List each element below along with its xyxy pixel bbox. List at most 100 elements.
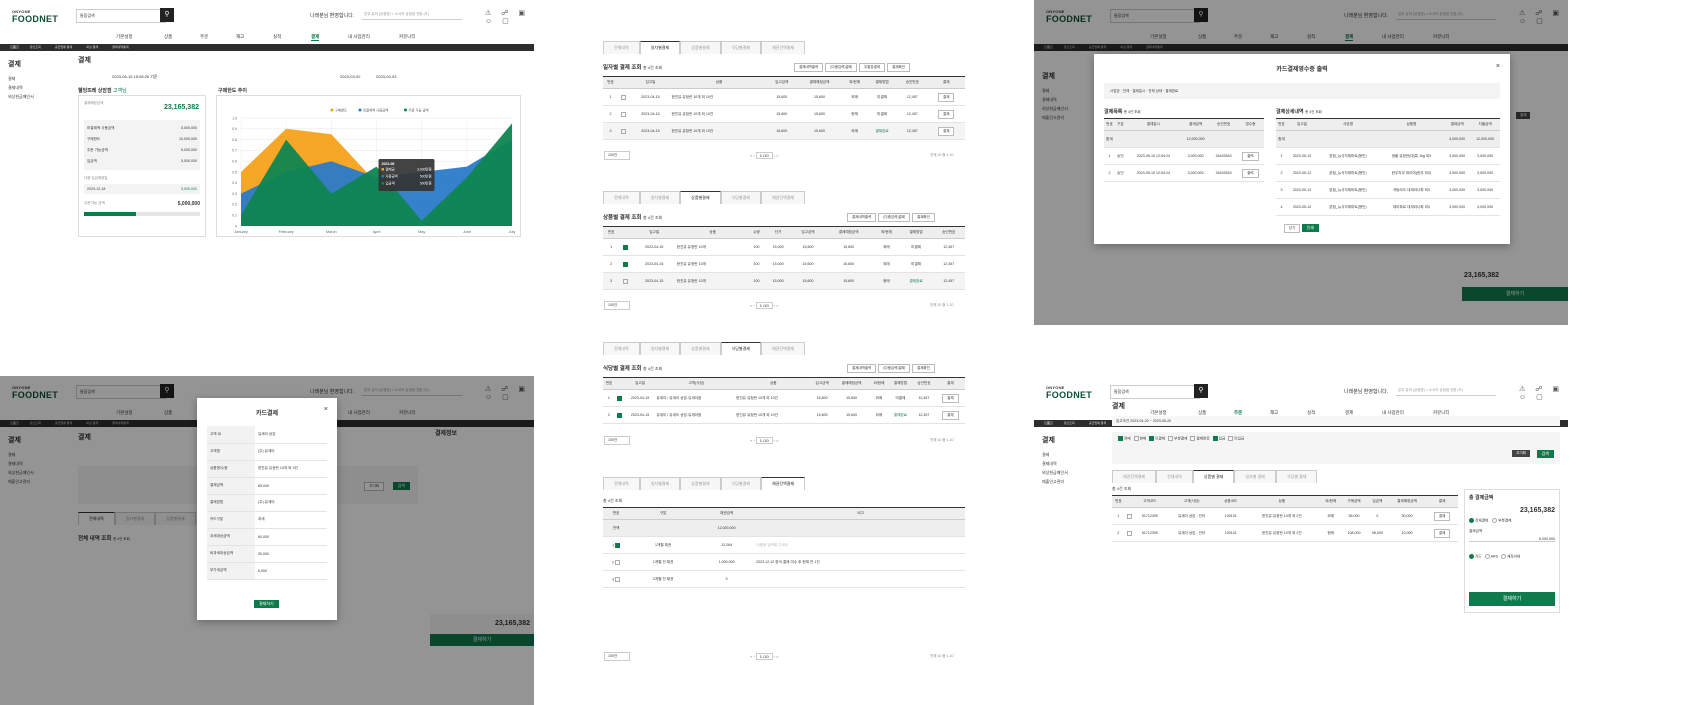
bank-pay-button[interactable]: 무통장결제: [858, 63, 886, 72]
branch-select[interactable]: 본부 유저 (상점명) > 소서커 상점점 전환 (도): [362, 9, 462, 20]
checkbox[interactable]: [622, 261, 628, 267]
table-row[interactable]: 2 2023-04-15 한진유 유정란 10개 외 10건 15,600 15,600…: [603, 105, 965, 123]
row-pay-button[interactable]: 결제: [942, 393, 959, 403]
tab-supplier[interactable]: 공급업체 결제: [52, 45, 75, 49]
checkbox[interactable]: [616, 412, 622, 418]
table-row[interactable]: 1 승인 2023-05-15 12:54:24 3,000,000 34433543 출…: [1104, 147, 1264, 165]
nav-community[interactable]: 커뮤니티: [399, 34, 416, 40]
checkbox[interactable]: [615, 559, 621, 565]
checkbox-cell[interactable]: [619, 255, 632, 273]
tab-credit[interactable]: 외상 결제: [83, 45, 101, 49]
row-pay-button[interactable]: 결제: [1433, 528, 1451, 538]
row-pay-button[interactable]: 결제: [937, 109, 955, 119]
row-pay-button[interactable]: 출력: [1242, 151, 1259, 161]
table-row[interactable]: 2 1개월 전 채권 1,000,000 2023.12.12 한국 결제 미수 후…: [603, 553, 965, 571]
nav-product[interactable]: 상품: [164, 34, 172, 40]
nav-business[interactable]: 내 사업관리: [348, 34, 370, 40]
close-icon[interactable]: ×: [324, 406, 328, 413]
search-icon[interactable]: ⚲: [160, 8, 174, 22]
sum-value[interactable]: 6,000,000: [1469, 537, 1555, 543]
checkbox[interactable]: [621, 94, 627, 100]
checkbox[interactable]: [621, 111, 627, 117]
search-icon[interactable]: ⚲: [1194, 384, 1208, 398]
checkbox[interactable]: [1127, 530, 1133, 536]
row-pay-button[interactable]: 결제: [942, 410, 959, 420]
multi-pay-button[interactable]: (다중입력)결제: [825, 63, 857, 72]
nav-result[interactable]: 실적: [273, 34, 281, 40]
sidebar-item-credit[interactable]: 외상현금매인서: [8, 92, 34, 101]
print-button[interactable]: 결제내역출력: [794, 63, 824, 72]
table-row[interactable]: 2 51712399 유세이 상암 - 인터 100101 한진유 유정란 10개 외 …: [1112, 524, 1458, 542]
checkbox[interactable]: [622, 278, 628, 284]
table-row[interactable]: 2 승인 2023-05-15 12:54:24 3,000,000 34433543 출…: [1104, 164, 1264, 182]
row-pay-button[interactable]: 출력: [1242, 168, 1259, 178]
checkbox-cell[interactable]: [614, 389, 624, 407]
row-pay-button[interactable]: 결제: [1433, 511, 1451, 521]
tab-product[interactable]: 상품별결제: [680, 41, 721, 54]
tab-daily[interactable]: 일자별결제: [639, 41, 681, 54]
memo-cell[interactable]: 내용을 입력해 주세요: [756, 536, 965, 554]
checkbox-cell[interactable]: [618, 122, 630, 140]
nav-settings[interactable]: 기본설정: [116, 34, 133, 40]
close-button[interactable]: 닫기: [1284, 224, 1301, 233]
date-filter[interactable]: 입고조건 2023-04-20 ~ 2023-05-20: [1112, 416, 1560, 426]
table-row[interactable]: 2 2023-04-15 유세이 / 유세이 상암-유세이점 한진유 유정란 10개 …: [603, 406, 965, 424]
checkbox[interactable]: [616, 395, 622, 401]
range-to[interactable]: 2023-03-03: [376, 74, 396, 79]
range-from[interactable]: 2023-03-02: [340, 74, 360, 79]
reset-button[interactable]: 초기화: [1512, 450, 1530, 457]
table-row[interactable]: 1 2023-04-15 한진유 유정란 10개 외 10건 15,600 15,600…: [603, 88, 965, 106]
table-row[interactable]: 1 2023-04-15 한진유 유정란 10개 100 15,000 15,600 15,…: [603, 238, 965, 256]
filter-checks[interactable]: 외매 현매 미결제 부분결제 결제완료 입금 미입금: [1118, 436, 1244, 441]
checkbox-cell[interactable]: [618, 88, 630, 106]
table-row[interactable]: 4 2023-05-12 본점_뉴식자재마트(용인) 데라파르 대세라나파 외3 3,0…: [1276, 198, 1500, 216]
tab-credit[interactable]: 채권잔액결제: [760, 41, 806, 54]
nav-payment[interactable]: 결제: [311, 34, 320, 41]
logo[interactable]: FOODNET: [12, 14, 58, 24]
search-button[interactable]: 검색: [1536, 450, 1554, 458]
tab-restaurant[interactable]: 식당별결제: [720, 41, 761, 54]
nav-order[interactable]: 주문: [200, 34, 208, 40]
sidebar-item-payment[interactable]: 결제: [8, 74, 34, 83]
memo-cell[interactable]: [756, 570, 965, 588]
confirm-button[interactable]: 결제확인: [887, 63, 910, 72]
card-pay-button[interactable]: 결제하기: [254, 600, 279, 608]
checkbox[interactable]: [615, 576, 621, 582]
table-row[interactable]: 2 2023-05-12 본점_뉴식자재마트(용인) 한우자우 파리야(한우 외3) 3…: [1276, 164, 1500, 182]
checkbox-cell[interactable]: [614, 406, 624, 424]
search-input[interactable]: 통합검색: [76, 9, 166, 23]
page-size-select[interactable]: 100건: [604, 151, 630, 160]
row-pay-button[interactable]: 결제: [937, 92, 955, 102]
tab-stats[interactable]: 결제내역통계: [109, 45, 132, 49]
table-row[interactable]: 1 51712399 유세이 상암 - 인터 100101 한진유 유정란 10개 외 …: [1112, 507, 1458, 525]
tab-home[interactable]: 홈: [10, 45, 19, 49]
print-button[interactable]: 인쇄: [1301, 224, 1319, 232]
table-row[interactable]: 3 2023-04-15 한진유 유정란 10개 100 15,000 15,600 15,…: [603, 272, 965, 290]
receipt-filter[interactable]: 사업장 · 전체 · 결제일시 · 전체 상태 · 결제완료: [1104, 83, 1500, 99]
table-row[interactable]: 3 2023-04-15 한진유 유정란 10개 외 10건 15,600 15,600…: [603, 122, 965, 140]
table-row[interactable]: 1 2023-04-15 유세이 / 유세이 상암-유세이점 한진유 유정란 10개 …: [603, 389, 965, 407]
memo-cell[interactable]: 2023.12.12 한국 결제 미수 후 현재 잔 1건: [756, 553, 965, 571]
sidebar-item-history[interactable]: 결제내역: [8, 83, 34, 92]
tab-all[interactable]: 전체내역: [603, 41, 640, 54]
checkbox[interactable]: [1127, 513, 1133, 519]
close-icon[interactable]: ×: [1496, 63, 1500, 70]
checkbox-cell[interactable]: [618, 105, 630, 123]
checkbox-cell[interactable]: [619, 238, 632, 256]
table-row[interactable]: 2 2023-04-15 한진유 유정란 10개 100 15,000 15,600 15,…: [603, 255, 965, 273]
checkbox[interactable]: [622, 244, 628, 250]
table-row[interactable]: 3 2023-05-12 본점_뉴식자재마트(용인) 국탕라오 대세라나파 외3 3,0…: [1276, 181, 1500, 199]
tab-settle[interactable]: 정산조회: [27, 45, 44, 49]
table-row[interactable]: 1 1개월 채권 12,264 내용을 입력해 주세요: [603, 536, 965, 554]
row-pay-button[interactable]: 결제: [937, 126, 955, 136]
table-row[interactable]: 3 2개월 전 채권 0: [603, 570, 965, 588]
pager[interactable]: « ‹ 1 /10 › »: [750, 152, 778, 159]
pay-button[interactable]: 결제하기: [1469, 592, 1555, 606]
header-icons[interactable]: ⚠☍▣☺▢: [485, 9, 534, 25]
table-row[interactable]: 1 2023-05-12 본점_뉴식자재마트(용인) 생물 유정란(대)특 1kg 외…: [1276, 147, 1500, 165]
checkbox[interactable]: [615, 542, 621, 548]
checkbox[interactable]: [621, 128, 627, 134]
checkbox-cell[interactable]: [1124, 507, 1135, 525]
nav-stock[interactable]: 재고: [236, 34, 244, 40]
checkbox-cell[interactable]: [1124, 524, 1135, 542]
